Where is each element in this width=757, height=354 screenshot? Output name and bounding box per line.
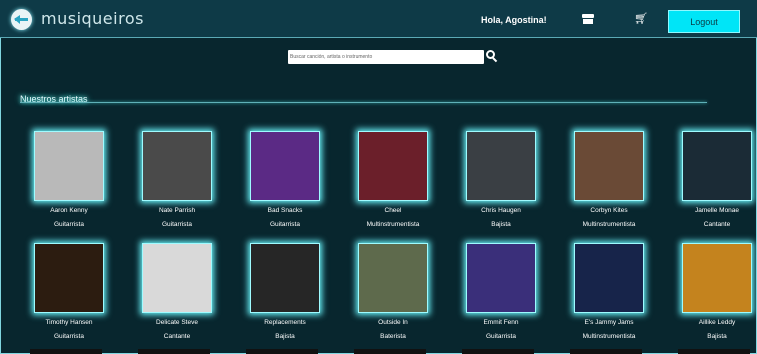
artist-card[interactable]: Corbyn Kites Multinstrumentista <box>569 131 649 228</box>
artist-role: Guitarrista <box>270 221 300 228</box>
artist-name: Corbyn Kites <box>590 207 628 214</box>
artist-photo[interactable] <box>34 131 104 201</box>
artist-card[interactable]: Timothy Hansen Guitarrista <box>29 243 109 340</box>
artist-card[interactable]: Emmit Fenn Guitarrista <box>461 243 541 340</box>
artist-role: Baterista <box>380 333 406 340</box>
user-greeting: Hola, Agostina! <box>481 15 547 25</box>
artist-role: Guitarrista <box>54 221 84 228</box>
artist-name: Aaron Kenny <box>50 207 88 214</box>
app-logo-icon[interactable] <box>11 9 32 30</box>
search-icon[interactable] <box>486 50 498 63</box>
artist-name: Aillike Leddy <box>698 319 736 326</box>
artist-photo[interactable] <box>358 243 428 313</box>
artist-photo[interactable] <box>682 131 752 201</box>
artist-photo[interactable] <box>466 131 536 201</box>
artist-photo[interactable] <box>142 243 212 313</box>
artist-name: Replacements <box>264 319 306 326</box>
artist-card[interactable]: Aaron Kenny Guitarrista <box>29 131 109 228</box>
artist-role: Cantante <box>163 333 191 340</box>
brand-name[interactable]: musiqueiros <box>41 9 144 28</box>
artist-card[interactable]: Delicate Steve Cantante <box>137 243 217 340</box>
artist-name: Timothy Hansen <box>45 319 93 326</box>
artist-card[interactable]: Outside In Baterista <box>353 243 433 340</box>
artist-card[interactable]: Replacements Bajista <box>245 243 325 340</box>
artist-card[interactable]: Cheel Multinstrumentista <box>353 131 433 228</box>
artist-photo[interactable] <box>682 243 752 313</box>
artist-role: Guitarrista <box>162 221 192 228</box>
artist-role: Bajista <box>491 221 511 228</box>
artist-name: Outside In <box>378 319 408 326</box>
artist-photo[interactable] <box>250 131 320 201</box>
artist-role: Multinstrumentista <box>366 221 420 228</box>
artist-photo[interactable] <box>574 131 644 201</box>
navbar: musiqueiros Hola, Agostina! 🛒︎ Logout <box>0 0 757 38</box>
logout-button[interactable]: Logout <box>668 10 740 33</box>
search-input[interactable] <box>288 50 484 64</box>
artist-name: Bad Snacks <box>267 207 303 214</box>
artist-role: Guitarrista <box>54 333 84 340</box>
artist-photo[interactable] <box>574 243 644 313</box>
artist-photo[interactable] <box>250 243 320 313</box>
artist-photo[interactable] <box>142 131 212 201</box>
artist-card[interactable]: Jamelle Monae Cantante <box>677 131 757 228</box>
artist-name: Jamelle Monae <box>694 207 740 214</box>
artist-name: Emmit Fenn <box>483 319 519 326</box>
artist-photo[interactable] <box>358 131 428 201</box>
artist-name: Chris Haugen <box>481 207 521 214</box>
artist-role: Guitarrista <box>486 333 516 340</box>
artist-card[interactable]: Chris Haugen Bajista <box>461 131 541 228</box>
artist-card[interactable]: Nate Parrish Guitarrista <box>137 131 217 228</box>
artist-name: Cheel <box>384 207 402 214</box>
store-icon[interactable] <box>582 14 594 24</box>
artist-name: Nate Parrish <box>158 207 196 214</box>
artist-photo[interactable] <box>466 243 536 313</box>
artist-role: Bajista <box>275 333 295 340</box>
artist-name: E's Jammy Jams <box>584 319 634 326</box>
next-row-peek <box>0 349 757 354</box>
artist-card[interactable]: Aillike Leddy Bajista <box>677 243 757 340</box>
artist-role: Bajista <box>707 333 727 340</box>
cart-icon[interactable]: 🛒︎ <box>634 14 648 25</box>
artist-photo[interactable] <box>34 243 104 313</box>
artist-role: Multinstrumentista <box>582 221 636 228</box>
artist-card[interactable]: Bad Snacks Guitarrista <box>245 131 325 228</box>
section-divider <box>20 102 707 103</box>
artist-name: Delicate Steve <box>156 319 198 326</box>
artist-role: Multinstrumentista <box>582 333 636 340</box>
artist-role: Cantante <box>703 221 731 228</box>
artist-card[interactable]: E's Jammy Jams Multinstrumentista <box>569 243 649 340</box>
